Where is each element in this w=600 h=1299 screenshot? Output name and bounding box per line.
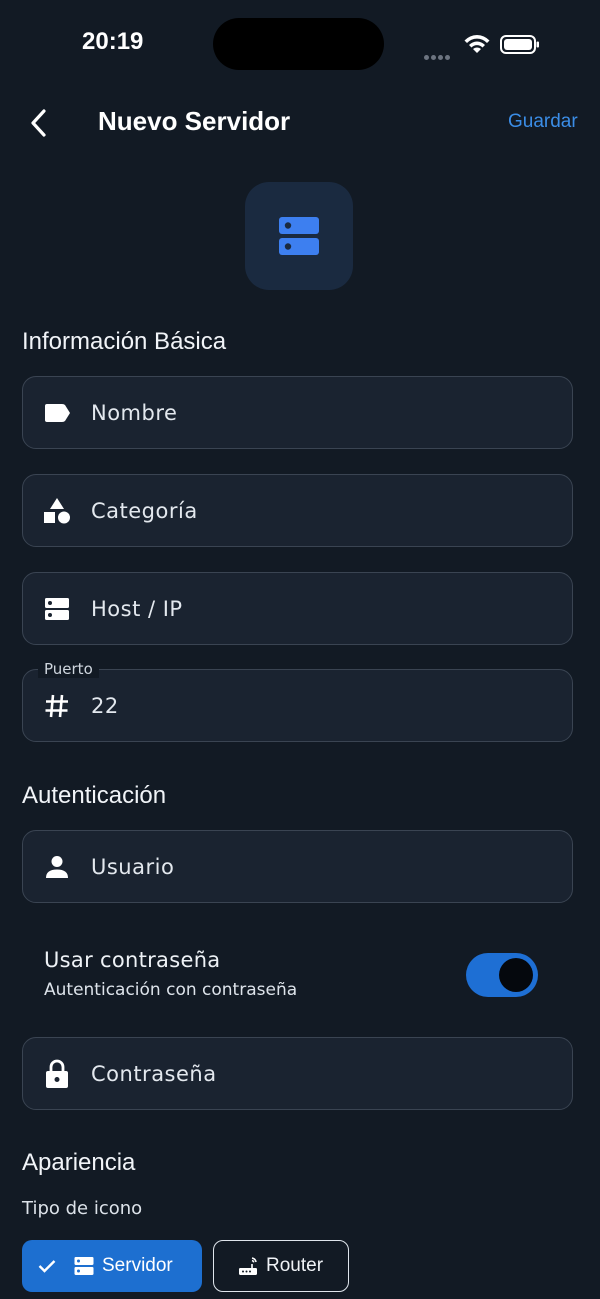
host-placeholder: Host / IP [91, 596, 183, 621]
battery-icon [500, 35, 539, 54]
section-basic-info: Información Básica [22, 328, 227, 355]
name-placeholder: Nombre [91, 400, 178, 425]
category-placeholder: Categoría [91, 498, 198, 523]
icon-type-router-label: Router [266, 1255, 324, 1276]
lock-icon [46, 1059, 68, 1088]
signal-icon [424, 45, 452, 64]
status-time: 20:19 [82, 28, 144, 55]
label-icon [45, 403, 70, 422]
server-icon [279, 217, 319, 255]
server-icon [74, 1257, 94, 1275]
use-password-subtitle: Autenticación con contraseña [44, 980, 298, 1000]
hash-icon [45, 694, 68, 717]
check-icon [38, 1260, 56, 1273]
toggle-knob [499, 958, 533, 992]
save-button[interactable]: Guardar [508, 111, 578, 133]
dynamic-island [213, 18, 384, 70]
wifi-icon [464, 35, 490, 53]
port-value: 22 [91, 693, 119, 718]
server-avatar [245, 182, 353, 290]
port-label: Puerto [38, 660, 99, 678]
host-field[interactable]: Host / IP [22, 572, 573, 645]
section-authentication: Autenticación [22, 782, 167, 809]
user-field[interactable]: Usuario [22, 830, 573, 903]
category-icon [44, 497, 70, 523]
icon-type-router-chip[interactable]: Router [213, 1240, 349, 1292]
icon-type-label: Tipo de icono [22, 1198, 143, 1219]
password-field[interactable]: Contraseña [22, 1037, 573, 1110]
use-password-title: Usar contraseña [44, 948, 221, 972]
icon-type-server-chip[interactable]: Servidor [22, 1240, 202, 1292]
dns-icon [45, 597, 69, 620]
use-password-toggle[interactable] [466, 953, 538, 997]
port-field[interactable]: 22 [22, 669, 573, 742]
icon-type-server-label: Servidor [102, 1255, 173, 1276]
user-placeholder: Usuario [91, 854, 175, 879]
password-placeholder: Contraseña [91, 1061, 217, 1086]
router-icon [239, 1257, 257, 1275]
back-chevron-icon[interactable] [26, 108, 54, 138]
page-title: Nuevo Servidor [98, 106, 291, 136]
name-field[interactable]: Nombre [22, 376, 573, 449]
person-icon [46, 855, 68, 878]
section-appearance: Apariencia [22, 1149, 136, 1176]
category-field[interactable]: Categoría [22, 474, 573, 547]
